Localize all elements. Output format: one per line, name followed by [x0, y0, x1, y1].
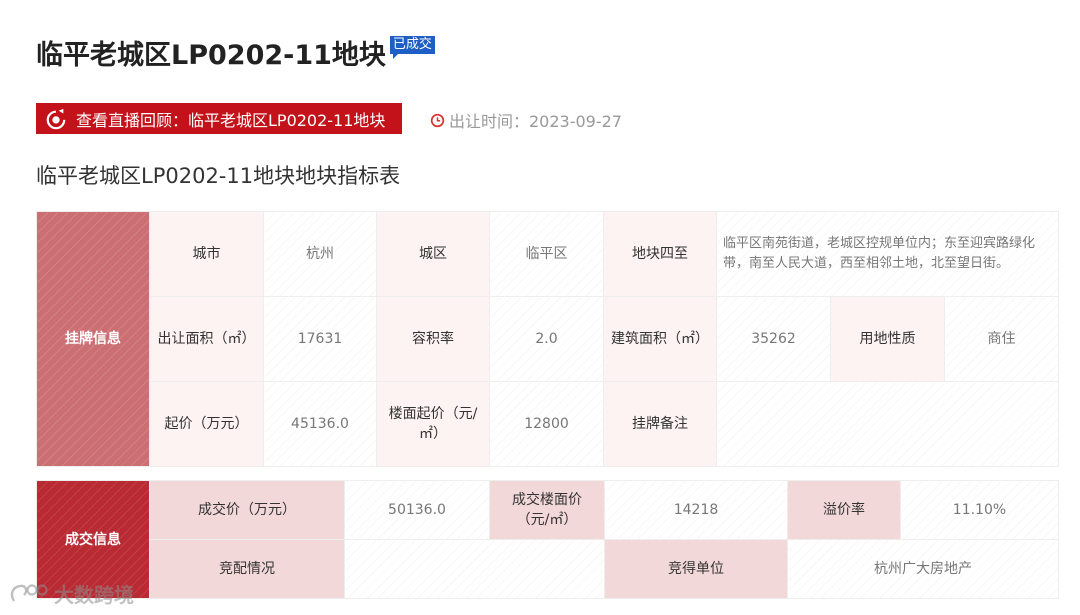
watermark: 大数跨境 — [8, 579, 134, 608]
area-label: 出让面积（㎡） — [149, 296, 264, 382]
watermark-label: 大数跨境 — [54, 583, 134, 607]
winner-value: 杭州广大房地产 — [787, 539, 1059, 599]
floor-start-price-label: 楼面起价（元/㎡） — [376, 381, 490, 467]
city-value: 杭州 — [263, 211, 377, 297]
transfer-time-label: 出让时间：2023-09-27 — [449, 112, 622, 131]
land-use-label: 用地性质 — [830, 296, 945, 382]
boundary-label: 地块四至 — [603, 211, 717, 297]
remark-value — [716, 381, 1059, 467]
building-area-value: 35262 — [716, 296, 831, 382]
district-label: 城区 — [376, 211, 490, 297]
far-label: 容积率 — [376, 296, 490, 382]
winner-label: 竞得单位 — [604, 539, 788, 599]
floor-start-price-value: 12800 — [489, 381, 604, 467]
deal-info-table: 成交信息 成交价（万元） 50136.0 成交楼面价（元/㎡） 14218 溢价… — [36, 480, 1059, 599]
bidding-value — [344, 539, 605, 599]
deal-price-value: 50136.0 — [344, 480, 490, 540]
far-value: 2.0 — [489, 296, 604, 382]
watermark-logo-icon — [10, 583, 48, 602]
land-use-value: 商住 — [944, 296, 1059, 382]
building-area-label: 建筑面积（㎡） — [603, 296, 717, 382]
listing-info-table: 挂牌信息 城市 杭州 城区 临平区 地块四至 临平区南苑街道，老城区控规单位内；… — [36, 211, 1059, 467]
title-row: 临平老城区LP0202-11地块 已成交 — [36, 36, 435, 74]
live-broadcast-icon — [46, 108, 66, 129]
status-badge: 已成交 — [389, 36, 435, 59]
premium-value: 11.10% — [900, 480, 1059, 540]
bidding-label: 竞配情况 — [149, 539, 345, 599]
deal-floor-price-value: 14218 — [604, 480, 788, 540]
page-title: 临平老城区LP0202-11地块 — [36, 40, 386, 71]
city-label: 城市 — [149, 211, 264, 297]
transfer-time: 出让时间：2023-09-27 — [430, 108, 622, 132]
live-replay-label: 查看直播回顾：临平老城区LP0202-11地块 — [76, 110, 386, 130]
start-price-label: 起价（万元） — [149, 381, 264, 467]
listing-section-header: 挂牌信息 — [36, 211, 150, 467]
remark-label: 挂牌备注 — [603, 381, 717, 467]
premium-label: 溢价率 — [787, 480, 901, 540]
start-price-value: 45136.0 — [263, 381, 377, 467]
live-replay-button[interactable]: 查看直播回顾：临平老城区LP0202-11地块 — [36, 103, 402, 134]
district-value: 临平区 — [489, 211, 604, 297]
deal-floor-price-label: 成交楼面价（元/㎡） — [489, 480, 605, 540]
clock-icon — [430, 113, 445, 127]
table-title: 临平老城区LP0202-11地块地块指标表 — [36, 164, 401, 188]
deal-price-label: 成交价（万元） — [149, 480, 345, 540]
boundary-value: 临平区南苑街道，老城区控规单位内；东至迎宾路绿化带，南至人民大道，西至相邻土地，… — [716, 211, 1059, 297]
area-value: 17631 — [263, 296, 377, 382]
